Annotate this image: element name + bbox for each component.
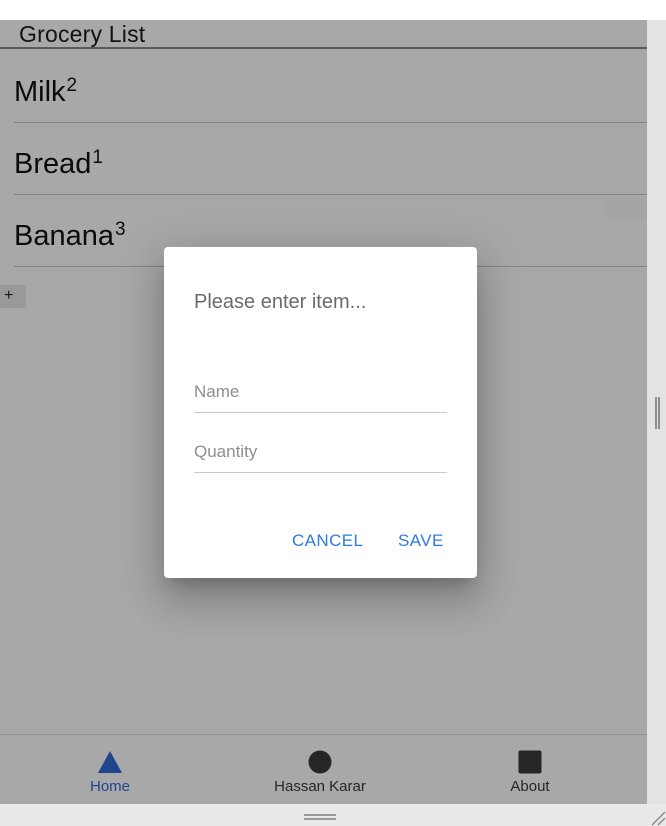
resize-corner-icon[interactable] — [648, 808, 666, 826]
top-strip — [0, 0, 666, 20]
add-item-dialog: Please enter item... CANCEL SAVE — [164, 247, 477, 578]
name-field-wrap — [194, 373, 447, 413]
dialog-title: Please enter item... — [194, 291, 367, 313]
quantity-field[interactable] — [194, 433, 447, 471]
cancel-button[interactable]: CANCEL — [292, 531, 363, 551]
save-button[interactable]: SAVE — [398, 531, 444, 551]
name-field[interactable] — [194, 373, 447, 411]
resize-handle-vertical[interactable] — [655, 397, 660, 429]
quantity-field-wrap — [194, 433, 447, 473]
bottom-panel-bar — [0, 804, 666, 826]
side-panel-gutter — [647, 20, 666, 804]
resize-handle-horizontal[interactable] — [304, 814, 336, 820]
